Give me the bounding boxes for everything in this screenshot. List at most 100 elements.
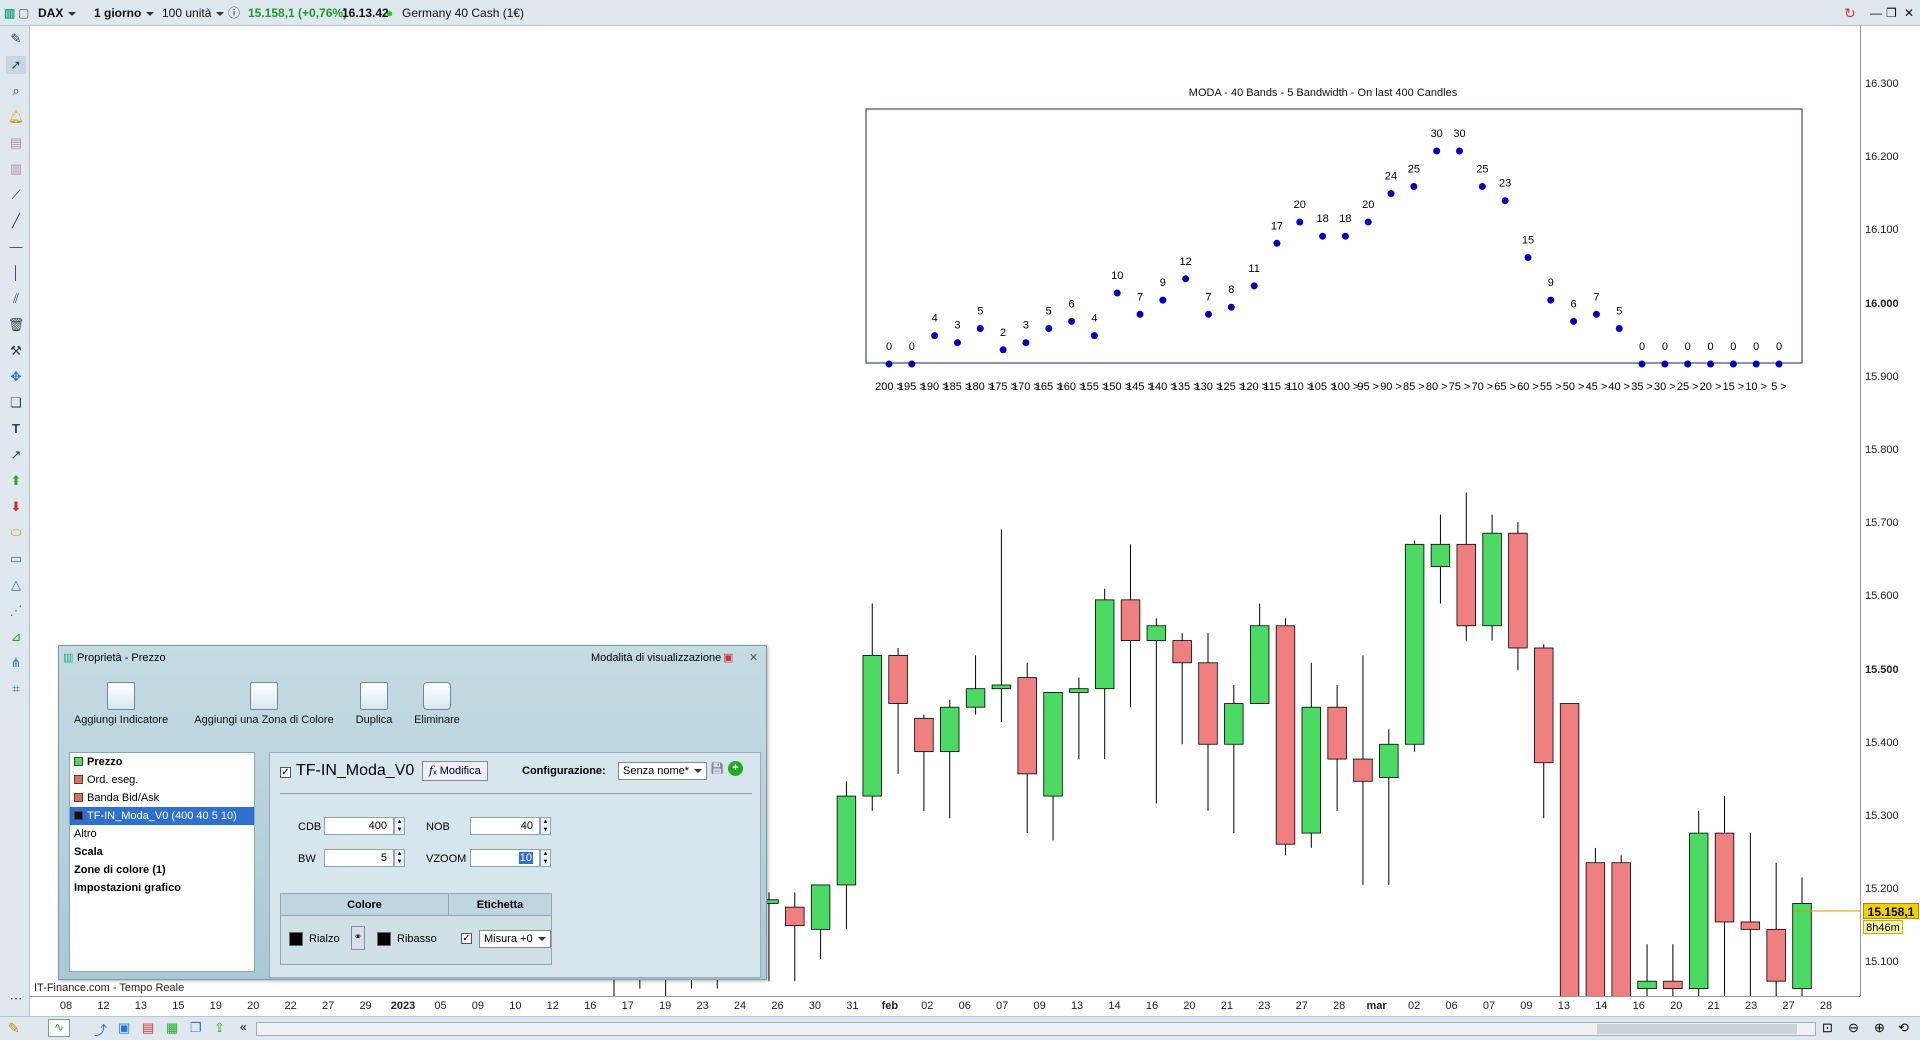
sell-arrow-icon[interactable]: ⬇: [6, 498, 26, 516]
minimize-icon[interactable]: —: [1870, 3, 1882, 23]
settings-list-item[interactable]: Altro: [70, 825, 254, 843]
duplicate-button[interactable]: Duplica: [349, 682, 399, 726]
fibonacci-icon[interactable]: ⋰: [6, 602, 26, 620]
moda-band-label: 5 >: [1771, 381, 1787, 393]
arrow-line-icon[interactable]: ↗: [6, 446, 26, 464]
window-icon[interactable]: ❐: [190, 1020, 202, 1036]
chart-type-icon[interactable]: ∿: [48, 1019, 70, 1037]
layout-icon[interactable]: ▣: [118, 1020, 130, 1036]
more-tools-icon[interactable]: ⋯: [6, 990, 26, 1008]
ellipse-icon[interactable]: ⬭: [6, 524, 26, 542]
pitchfork-icon[interactable]: ⋔: [6, 654, 26, 672]
export-icon[interactable]: ⇪: [214, 1020, 225, 1036]
settings-list-item[interactable]: Banda Bid/Ask: [70, 789, 254, 807]
cursor-icon[interactable]: ➚: [6, 56, 26, 74]
label-select[interactable]: Misura +0: [479, 930, 551, 948]
cdb-field[interactable]: 400: [324, 817, 394, 835]
share-icon[interactable]: ⤴: [94, 1020, 107, 1039]
triangle-icon[interactable]: △: [6, 576, 26, 594]
symbol-select[interactable]: DAX: [38, 3, 76, 23]
moda-title: MODA - 40 Bands - 5 Bandwidth - On last …: [1188, 87, 1458, 99]
zoom-out-icon[interactable]: ⊖: [1848, 1020, 1859, 1036]
reset-icon[interactable]: ⟲: [1898, 1020, 1909, 1036]
nob-spinner[interactable]: ▲ ▼: [540, 817, 551, 835]
zoom-fit-icon[interactable]: ⊡: [1822, 1020, 1833, 1036]
sync-icon[interactable]: ↻: [1844, 3, 1856, 23]
settings-list-item[interactable]: Zone di colore (1): [70, 861, 254, 879]
close-icon[interactable]: ✕: [1904, 3, 1914, 23]
alert-bell-icon[interactable]: 🔔︎: [6, 108, 26, 126]
horizontal-line-icon[interactable]: ―: [6, 238, 26, 256]
nob-field[interactable]: 40: [470, 817, 540, 835]
vertical-line-icon[interactable]: │: [6, 264, 26, 282]
save-config-icon[interactable]: 💾︎: [710, 762, 724, 775]
price-tick: 16.200: [1865, 151, 1899, 164]
line-icon[interactable]: ╱: [6, 212, 26, 230]
zoom-in-icon[interactable]: ⊕: [1874, 1020, 1885, 1036]
timeframe-select[interactable]: 1 giorno: [94, 3, 154, 23]
window-icon[interactable]: ▢: [18, 3, 29, 23]
add-config-icon[interactable]: +: [728, 761, 743, 776]
config-select[interactable]: Senza nome*: [618, 762, 708, 780]
settings-list-item[interactable]: TF-IN_Moda_V0 (400 40 5 10): [70, 807, 254, 825]
add-indicator-button[interactable]: Aggiungi Indicatore: [73, 682, 169, 726]
label-checkbox[interactable]: ✓: [461, 933, 472, 944]
bw-spinner[interactable]: ▲ ▼: [394, 849, 405, 867]
moda-count-label: 6: [1571, 298, 1577, 310]
modify-button[interactable]: fₓ Modifica: [422, 761, 488, 781]
zoom-icon[interactable]: ⌕: [6, 82, 26, 100]
dialog-close-icon[interactable]: ✕: [749, 646, 758, 670]
settings-list-item[interactable]: Ord. eseg.: [70, 771, 254, 789]
restore-icon[interactable]: ❐: [1886, 3, 1897, 23]
vzoom-value[interactable]: 10: [518, 852, 533, 864]
display-mode[interactable]: Modalità di visualizzazione: [591, 646, 721, 670]
measure-icon[interactable]: ▥: [6, 160, 26, 178]
candle-body: [1508, 532, 1528, 649]
settings-list-item[interactable]: Scala: [70, 843, 254, 861]
trash-icon[interactable]: 🗑︎: [6, 316, 26, 334]
vzoom-field[interactable]: 10: [470, 849, 540, 867]
delete-button[interactable]: Eliminare: [407, 682, 467, 726]
dialog-titlebar[interactable]: ▥ Proprietà - Prezzo Modalità di visuali…: [59, 646, 766, 670]
gann-icon[interactable]: ⌗: [6, 680, 26, 698]
table-icon[interactable]: ▤: [142, 1020, 154, 1036]
time-axis[interactable]: 08 12 13 15 19 20 22 27 29 2023 05 09 10 12 16 17 19 23 24…: [30, 996, 1860, 1016]
text-icon[interactable]: T: [6, 420, 26, 438]
buy-arrow-icon[interactable]: ⬆: [6, 472, 26, 490]
info-icon[interactable]: ⓘ: [228, 3, 240, 23]
rectangle-icon[interactable]: ▭: [6, 550, 26, 568]
scrollbar-thumb[interactable]: [1597, 1024, 1797, 1034]
bw-field[interactable]: 5: [324, 849, 394, 867]
fall-color-swatch[interactable]: [377, 932, 391, 946]
price-axis[interactable]: 16.300 16.200 16.100 16.000 15.900 15.800 15.7…: [1860, 26, 1920, 996]
moda-count-label: 7: [1593, 291, 1599, 303]
copy-icon[interactable]: ❏: [6, 394, 26, 412]
indicator-enabled-checkbox[interactable]: ✓: [280, 767, 291, 778]
settings-list-item[interactable]: Prezzo: [70, 753, 254, 771]
display-mode-icon[interactable]: ▣: [723, 646, 733, 670]
channel-icon[interactable]: ⫽: [6, 290, 26, 308]
units-select[interactable]: 100 unità: [162, 3, 224, 23]
candle-body: [965, 688, 986, 708]
link-colors-icon[interactable]: ⚭: [351, 926, 365, 950]
grid-icon[interactable]: ▦: [166, 1020, 178, 1036]
add-color-zone-button[interactable]: Aggiungi una Zona di Colore: [189, 682, 339, 726]
segment-icon[interactable]: ⟋: [6, 186, 26, 204]
cdb-spinner[interactable]: ▲ ▼: [394, 817, 405, 835]
pencil-icon[interactable]: ✎: [8, 1020, 20, 1037]
vzoom-spinner[interactable]: ▲ ▼: [540, 849, 551, 867]
pencil-icon[interactable]: ✎: [6, 30, 26, 48]
settings-list-item[interactable]: Impostazioni grafico: [70, 879, 254, 897]
horizontal-scrollbar[interactable]: [256, 1022, 1816, 1036]
time-tick: feb: [881, 1000, 899, 1012]
move-icon[interactable]: ✥: [6, 368, 26, 386]
moda-count-label: 18: [1339, 213, 1351, 225]
moda-count-label: 9: [1160, 277, 1166, 289]
settings-list-label: Zone di colore (1): [74, 864, 166, 876]
brush-icon[interactable]: ⚒: [6, 342, 26, 360]
fan-icon[interactable]: ⊿: [6, 628, 26, 646]
scroll-left-icon[interactable]: «: [240, 1020, 247, 1034]
ruler-icon[interactable]: ▤: [6, 134, 26, 152]
rise-color-swatch[interactable]: [289, 932, 303, 946]
dialog-title: Proprietà - Prezzo: [77, 652, 166, 664]
